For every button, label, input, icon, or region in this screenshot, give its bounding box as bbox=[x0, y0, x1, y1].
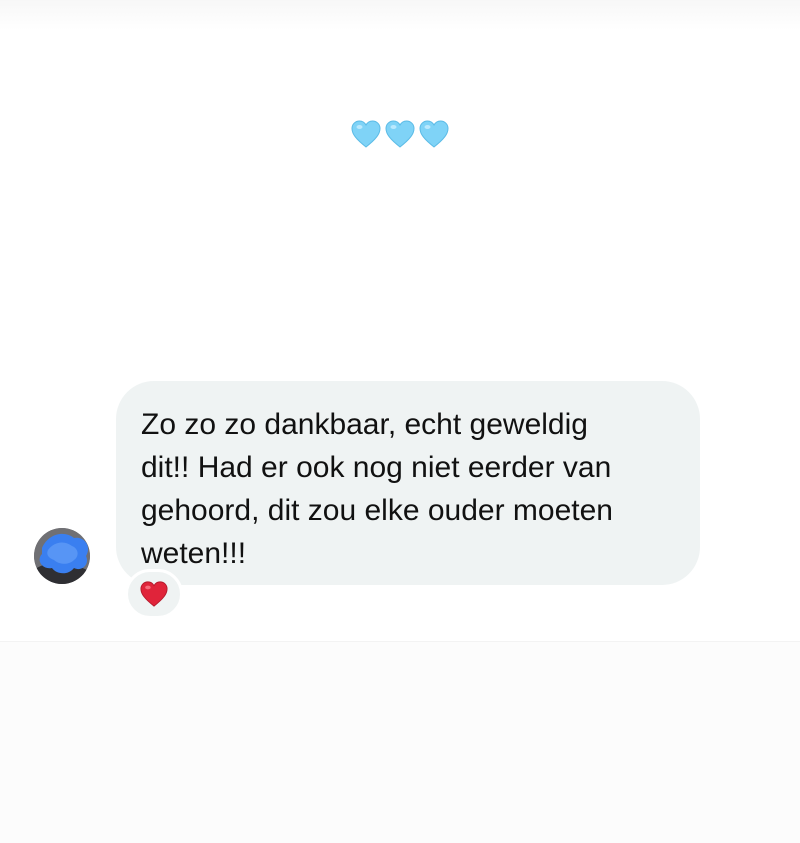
story-emoji-row bbox=[350, 118, 450, 154]
blue-heart-icon bbox=[385, 120, 415, 148]
blurred-avatar-icon bbox=[34, 528, 90, 584]
avatar[interactable] bbox=[34, 528, 90, 584]
bottom-panel bbox=[0, 641, 800, 843]
blue-heart-icon bbox=[351, 120, 381, 148]
reaction-badge[interactable] bbox=[125, 569, 183, 619]
top-status-strip bbox=[0, 0, 800, 30]
blue-heart-icon bbox=[419, 120, 449, 148]
message-bubble[interactable]: Zo zo zo dankbaar, echt geweldig dit!! H… bbox=[116, 381, 700, 585]
message-text: Zo zo zo dankbaar, echt geweldig dit!! H… bbox=[141, 408, 613, 570]
red-heart-icon bbox=[140, 581, 168, 607]
